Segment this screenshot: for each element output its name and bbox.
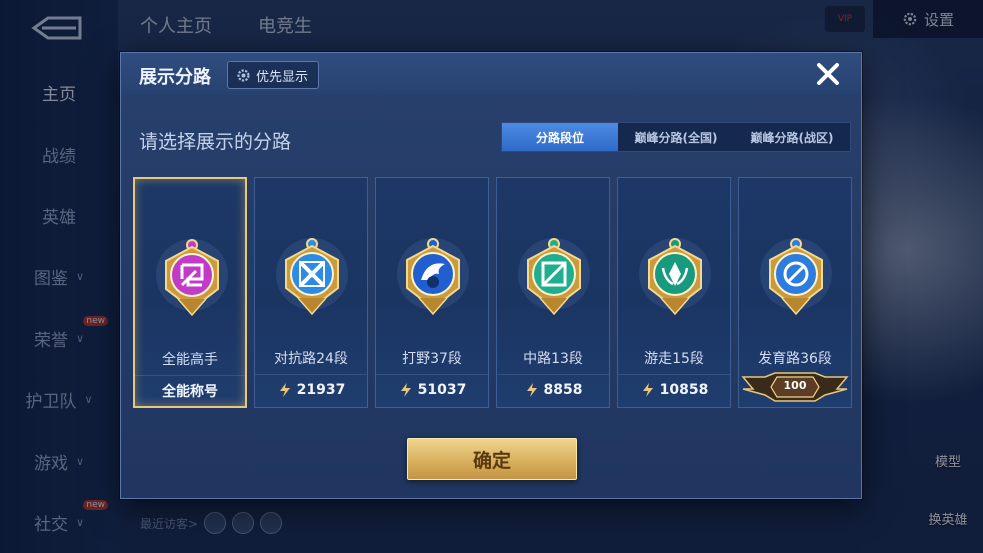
lane-score: 8858 — [497, 374, 609, 405]
close-button[interactable] — [813, 59, 843, 89]
lane-name: 对抗路24段 — [274, 351, 348, 367]
lane-score-value: 21937 — [296, 382, 346, 398]
lane-title-label: 全能称号 — [135, 375, 245, 406]
lane-card[interactable]: 游走15段 10858 — [617, 177, 731, 408]
lane-score-value: 10858 — [659, 382, 709, 398]
power-icon — [526, 383, 537, 397]
gear-icon — [237, 68, 250, 82]
priority-display-label: 优先显示 — [256, 69, 309, 85]
lane-card[interactable]: 发育路36段 100 — [738, 177, 852, 408]
priority-display-button[interactable]: 优先显示 — [227, 61, 320, 89]
power-icon — [400, 383, 411, 397]
tab-lane-rank[interactable]: 分路段位 — [502, 123, 618, 151]
mid-lane-emblem-icon — [514, 234, 594, 324]
lane-cards: 全能高手 全能称号 对抗路24段 21937 打野37段 51037 中路13段 8858 游走… — [133, 177, 853, 408]
close-icon — [817, 63, 839, 85]
lane-name: 中路13段 — [523, 351, 583, 367]
select-lane-prompt: 请选择展示的分路 — [139, 131, 292, 153]
lane-score: 51037 — [376, 374, 488, 405]
lane-name: 发育路36段 — [758, 351, 832, 367]
power-icon — [279, 383, 290, 397]
power-icon — [642, 383, 653, 397]
tab-peak-region[interactable]: 巅峰分路(战区) — [734, 123, 850, 151]
filter-tabs: 分路段位 巅峰分路(全国) 巅峰分路(战区) — [501, 122, 851, 152]
rank-badge: 100 — [741, 371, 849, 403]
lane-score-value: 8858 — [543, 382, 583, 398]
tab-peak-national[interactable]: 巅峰分路(全国) — [618, 123, 734, 151]
lane-score-value: 51037 — [417, 382, 467, 398]
farm-lane-emblem-icon — [756, 234, 836, 324]
rank-value: 100 — [783, 379, 807, 392]
lane-score: 10858 — [618, 374, 730, 405]
jungle-emblem-icon — [393, 234, 473, 324]
lane-card[interactable]: 对抗路24段 21937 — [254, 177, 368, 408]
clash-lane-emblem-icon — [272, 234, 352, 324]
lane-name: 打野37段 — [402, 351, 462, 367]
roam-emblem-icon — [635, 234, 715, 324]
confirm-label: 确定 — [472, 449, 511, 472]
dialog-header: 展示分路 优先显示 — [121, 53, 861, 95]
all-round-emblem-icon — [152, 235, 232, 325]
lane-card[interactable]: 打野37段 51037 — [375, 177, 489, 408]
lane-name: 游走15段 — [644, 351, 704, 367]
dialog-title: 展示分路 — [139, 67, 211, 88]
lane-display-dialog: 展示分路 优先显示 请选择展示的分路 分路段位 巅峰分路(全国) 巅峰分路(战区… — [120, 52, 862, 499]
lane-score: 21937 — [255, 374, 367, 405]
lane-card[interactable]: 中路13段 8858 — [496, 177, 610, 408]
lane-name: 全能高手 — [162, 352, 218, 368]
lane-card[interactable]: 全能高手 全能称号 — [133, 177, 247, 408]
confirm-button[interactable]: 确定 — [407, 438, 577, 480]
